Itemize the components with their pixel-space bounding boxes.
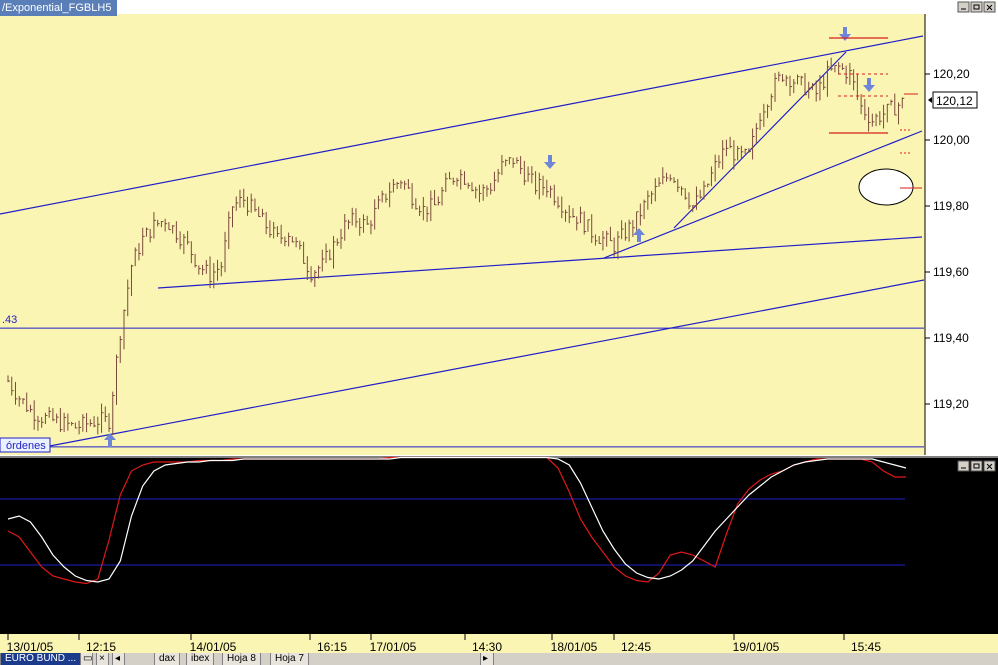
price-axis-tick-label: 119,80 — [933, 199, 969, 213]
time-axis-tick-label: 12:15 — [86, 640, 116, 654]
price-axis-tick-label: 119,20 — [933, 397, 969, 411]
sheet-tab-ibex[interactable]: ibex — [186, 653, 215, 665]
oscillator-restore-icon[interactable] — [970, 460, 983, 472]
chart-canvas: 120,20 120,00 119,80 119,60 119,40 119,20 13/… — [0, 1, 998, 654]
time-axis-tick-label: 17/01/05 — [370, 640, 417, 654]
sheet-restore-icon[interactable]: ▭ — [80, 653, 93, 665]
sheet-tab-euro-bund[interactable]: EURO BUND ... — [0, 653, 82, 665]
time-axis-tick-label: 19/01/05 — [733, 640, 780, 654]
sheet-tab-hoja-8[interactable]: Hoja 8 — [222, 653, 261, 665]
current-price-value: 120,12 — [936, 94, 973, 108]
time-axis-tick-label: 14/01/05 — [190, 640, 237, 654]
time-axis-tick-label: 12:45 — [621, 640, 651, 654]
order-label-text: órdenes — [6, 440, 46, 452]
restore-icon[interactable] — [970, 1, 983, 13]
price-axis-tick-label: 120,20 — [933, 67, 970, 81]
oscillator-panel-background — [0, 458, 998, 634]
oscillator-panel-controls — [957, 460, 996, 472]
sheet-close-icon[interactable]: × — [96, 653, 109, 665]
minimize-icon[interactable] — [957, 1, 970, 13]
price-axis-tick-label: 119,40 — [933, 331, 969, 345]
sheet-tab-hoja-7[interactable]: Hoja 7 — [270, 653, 309, 665]
time-axis-tick-label: 16:15 — [317, 640, 347, 654]
chart-title: /Exponential_FGBLH5 — [0, 0, 118, 16]
time-axis-tick-label: 15:45 — [851, 640, 881, 654]
sheet-tab-dax[interactable]: dax — [154, 653, 181, 665]
time-axis-tick-label: 14:30 — [472, 640, 502, 654]
time-axis-tick-label: 13/01/05 — [7, 640, 54, 654]
order-label[interactable]: órdenes — [0, 437, 51, 453]
highlight-ellipse — [858, 168, 914, 206]
sheet-tab-strip: EURO BUND ... ▭ × ◂ dax ibex Hoja 8 Hoja… — [0, 653, 998, 665]
oscillator-minimize-icon[interactable] — [957, 460, 970, 472]
time-axis-tick-label: 18/01/05 — [551, 640, 598, 654]
horizontal-line-label: .43 — [2, 314, 17, 326]
price-axis-tick-label: 119,60 — [933, 265, 969, 279]
sheet-scroll-left-icon[interactable]: ◂ — [112, 653, 125, 665]
price-axis-tick-label: 120,00 — [933, 133, 970, 147]
current-price-label: 120,12 — [932, 91, 978, 109]
price-panel-controls — [957, 1, 996, 13]
sheet-scroll-right-icon[interactable]: ▸ — [480, 653, 494, 665]
